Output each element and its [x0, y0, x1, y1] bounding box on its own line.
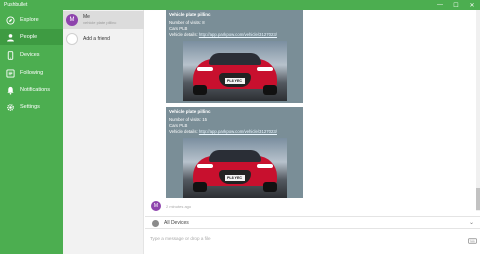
keyboard-icon[interactable]	[468, 238, 477, 244]
people-icon	[7, 34, 14, 42]
chevron-down-icon: ⌄	[468, 220, 474, 226]
composer	[145, 230, 480, 254]
device-selector-label: All Devices	[164, 220, 189, 226]
sidebar-item-following[interactable]: Following	[0, 65, 63, 81]
sidebar-item-label: People	[20, 34, 38, 40]
car-windshield	[208, 53, 261, 65]
explore-icon	[6, 16, 15, 25]
contact-last-message: vehicle plate pillinc	[83, 20, 117, 25]
device-selector[interactable]: All Devices ⌄	[145, 216, 480, 229]
devices-icon	[7, 51, 14, 60]
vehicle-details-link[interactable]: http://app.parkpow.com/vehicle/3127023/	[199, 32, 277, 37]
car-image[interactable]: PL8 YEC	[182, 41, 287, 101]
car-wheel	[262, 182, 277, 192]
following-icon	[6, 69, 15, 78]
vehicle-details-link[interactable]: http://app.parkpow.com/vehicle/3127023/	[199, 129, 277, 134]
push-details-prefix: Vehicle details:	[169, 129, 199, 134]
scrollbar-thumb[interactable]	[476, 188, 480, 210]
minimize-button[interactable]: —	[432, 0, 448, 10]
avatar: M	[151, 201, 161, 211]
title-bar: Pushbullet — ☐ ✕	[0, 0, 480, 10]
license-plate: PL8 YEC	[224, 78, 245, 84]
push-details: Vehicle details: http://app.parkpow.com/…	[169, 32, 300, 38]
car-wheel	[192, 182, 207, 192]
avatar: M	[66, 14, 78, 26]
car-wheel	[192, 85, 207, 95]
sidebar-item-explore[interactable]: Explore	[0, 12, 63, 28]
chat-panel: Vehicle plate pillinc Number of visits: …	[145, 10, 480, 254]
add-friend-button[interactable]: Add a friend	[63, 30, 144, 48]
car-headlight	[196, 67, 213, 71]
car-windshield	[208, 150, 261, 162]
car-headlight	[196, 164, 213, 168]
contact-me[interactable]: M Me vehicle plate pillinc	[63, 11, 144, 29]
sidebar-item-devices[interactable]: Devices	[0, 47, 63, 63]
sidebar-item-label: Devices	[20, 52, 40, 58]
window-controls: — ☐ ✕	[432, 0, 480, 10]
license-plate: PL8 YEC	[224, 175, 245, 181]
car-headlight	[256, 164, 273, 168]
sidebar-item-people[interactable]: People	[0, 29, 63, 45]
push-details-prefix: Vehicle details:	[169, 32, 199, 37]
message-meta: M 2 minutes ago	[151, 200, 351, 212]
settings-icon	[7, 104, 14, 111]
push-message: Vehicle plate pillinc Number of visits: …	[166, 10, 303, 103]
message-timestamp: 2 minutes ago	[166, 204, 192, 209]
sidebar: Explore People Devices Following Notific…	[0, 10, 63, 254]
sidebar-item-notifications[interactable]: Notifications	[0, 82, 63, 98]
car-image[interactable]: PL8 YEC	[182, 138, 287, 198]
chat-scrollbar[interactable]	[476, 10, 480, 211]
sidebar-item-label: Following	[20, 70, 44, 76]
add-friend-icon	[66, 33, 78, 45]
sidebar-item-label: Notifications	[20, 87, 50, 93]
sidebar-item-label: Settings	[20, 104, 40, 110]
message-input[interactable]	[150, 233, 450, 243]
app-title: Pushbullet	[4, 2, 28, 8]
close-button[interactable]: ✕	[464, 0, 480, 10]
devices-icon	[152, 220, 159, 227]
notifications-icon	[7, 86, 14, 95]
push-title: Vehicle plate pillinc	[169, 109, 211, 114]
push-details: Vehicle details: http://app.parkpow.com/…	[169, 129, 300, 135]
maximize-button[interactable]: ☐	[448, 0, 464, 10]
sidebar-item-label: Explore	[20, 17, 39, 23]
car-headlight	[256, 67, 273, 71]
add-friend-label: Add a friend	[83, 36, 110, 42]
push-title: Vehicle plate pillinc	[169, 12, 211, 17]
contacts-panel: M Me vehicle plate pillinc Add a friend	[63, 10, 144, 254]
push-message: Vehicle plate pillinc Number of visits: …	[166, 107, 303, 198]
sidebar-item-settings[interactable]: Settings	[0, 99, 63, 115]
car-wheel	[262, 85, 277, 95]
